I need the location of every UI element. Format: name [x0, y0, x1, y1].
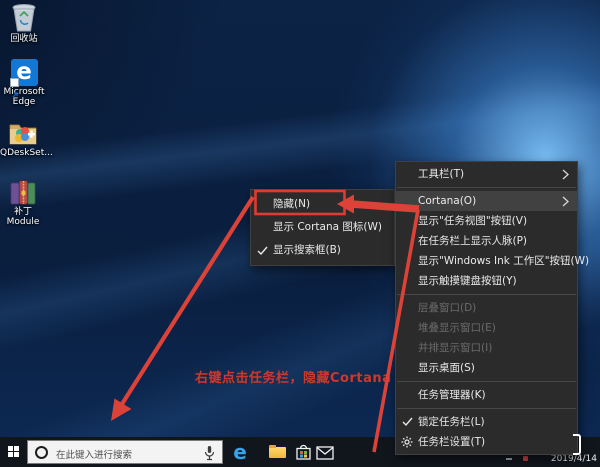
submenu-item-show-search-box[interactable]: 显示搜索框(B): [251, 239, 394, 262]
taskbar-mail-icon[interactable]: [313, 437, 337, 467]
desktop-icon-label: 回收站: [1, 34, 47, 44]
checkmark-icon: [402, 417, 413, 427]
menu-item-show-windows-side-by-side: 并排显示窗口(I): [396, 338, 577, 358]
store-bag-icon: [295, 443, 312, 461]
taskbar-store-icon[interactable]: [291, 437, 315, 467]
cortana-submenu: 隐藏(N) 显示 Cortana 图标(W) 显示搜索框(B): [250, 189, 395, 266]
recycle-bin-icon: [11, 3, 37, 33]
menu-item-show-task-view-button[interactable]: 显示"任务视图"按钮(V): [396, 211, 577, 231]
menu-item-label: 显示搜索框(B): [273, 244, 341, 256]
chevron-right-icon: [562, 169, 569, 180]
menu-item-label: 显示"任务视图"按钮(V): [418, 215, 527, 227]
menu-item-label: Cortana(O): [418, 195, 476, 207]
menu-item-toolbars[interactable]: 工具栏(T): [396, 164, 577, 184]
desktop-icon-label: 补丁Module: [0, 207, 46, 227]
windows-desktop: { "colors": { "annotation_red": "#d8423a…: [0, 0, 600, 467]
menu-item-cortana[interactable]: Cortana(O): [396, 191, 577, 211]
start-button[interactable]: [0, 437, 27, 467]
menu-item-show-windows-ink[interactable]: 显示"Windows Ink 工作区"按钮(W): [396, 251, 577, 271]
desktop-icon-microsoft-edge[interactable]: e Microsoft Edge: [1, 59, 47, 107]
submenu-item-hide[interactable]: 隐藏(N): [251, 193, 394, 216]
microphone-icon[interactable]: [204, 445, 215, 461]
menu-item-label: 在任务栏上显示人脉(P): [418, 235, 527, 247]
menu-item-cascade-windows: 层叠窗口(D): [396, 298, 577, 318]
submenu-item-show-cortana-icon[interactable]: 显示 Cortana 图标(W): [251, 216, 394, 239]
menu-item-label: 堆叠显示窗口(E): [418, 322, 496, 334]
menu-item-label: 显示桌面(S): [418, 362, 475, 374]
mail-envelope-icon: [316, 446, 334, 460]
cortana-circle-icon: [35, 446, 48, 459]
menu-separator: [397, 187, 576, 188]
ime-indicator-fragment: [573, 434, 581, 455]
desktop-icon-qdeskset[interactable]: QDeskSet...: [0, 121, 46, 158]
windows-logo-icon: [8, 446, 20, 458]
menu-item-label: 并排显示窗口(I): [418, 342, 492, 354]
taskbar-clock-date[interactable]: 2019/4/14: [551, 454, 597, 464]
menu-item-show-people[interactable]: 在任务栏上显示人脉(P): [396, 231, 577, 251]
tray-red-icon[interactable]: [523, 456, 528, 461]
menu-item-label: 工具栏(T): [418, 168, 464, 180]
menu-item-label: 任务栏设置(T): [418, 436, 485, 448]
search-placeholder: 在此键入进行搜索: [56, 447, 132, 461]
menu-item-task-manager[interactable]: 任务管理器(K): [396, 385, 577, 405]
shortcut-arrow-icon: [10, 78, 19, 87]
menu-separator: [397, 381, 576, 382]
edge-icon: e: [11, 59, 38, 86]
menu-item-label: 显示触摸键盘按钮(Y): [418, 275, 517, 287]
taskbar-file-explorer-icon[interactable]: [265, 437, 289, 467]
taskbar-context-menu: 工具栏(T) Cortana(O) 显示"任务视图"按钮(V) 在任务栏上显示人…: [395, 161, 578, 455]
menu-item-label: 显示 Cortana 图标(W): [273, 221, 382, 233]
menu-item-taskbar-settings[interactable]: 任务栏设置(T): [396, 432, 577, 452]
menu-item-lock-taskbar[interactable]: 锁定任务栏(L): [396, 412, 577, 432]
desktop-icon-label: QDeskSet...: [0, 148, 46, 158]
tray-icon-fragment[interactable]: [506, 458, 512, 460]
arrow-head-to-search-box: [111, 399, 132, 422]
menu-item-label: 隐藏(N): [273, 198, 310, 210]
folder-icon: [269, 447, 286, 458]
menu-item-show-windows-stacked: 堆叠显示窗口(E): [396, 318, 577, 338]
desktop-icon-recycle-bin[interactable]: 回收站: [1, 3, 47, 44]
qdeskset-folder-icon: [8, 121, 38, 147]
menu-item-label: 显示"Windows Ink 工作区"按钮(W): [418, 255, 589, 267]
menu-item-show-touch-keyboard[interactable]: 显示触摸键盘按钮(Y): [396, 271, 577, 291]
menu-separator: [397, 294, 576, 295]
annotation-text: 右键点击任务栏，隐藏Cortana: [195, 367, 391, 386]
menu-separator: [397, 408, 576, 409]
taskbar-search-input[interactable]: 在此键入进行搜索: [27, 440, 223, 464]
checkmark-icon: [257, 246, 268, 256]
menu-item-label: 层叠窗口(D): [418, 302, 476, 314]
winrar-archive-icon: [10, 179, 36, 206]
menu-item-show-desktop[interactable]: 显示桌面(S): [396, 358, 577, 378]
menu-item-label: 任务管理器(K): [418, 389, 486, 401]
desktop-icon-patch-module[interactable]: 补丁Module: [0, 179, 46, 227]
gear-icon: [401, 436, 413, 448]
menu-item-label: 锁定任务栏(L): [418, 416, 485, 428]
chevron-right-icon: [562, 196, 569, 207]
taskbar-edge-icon[interactable]: e: [228, 437, 252, 467]
desktop-icon-label: Microsoft Edge: [1, 87, 47, 107]
